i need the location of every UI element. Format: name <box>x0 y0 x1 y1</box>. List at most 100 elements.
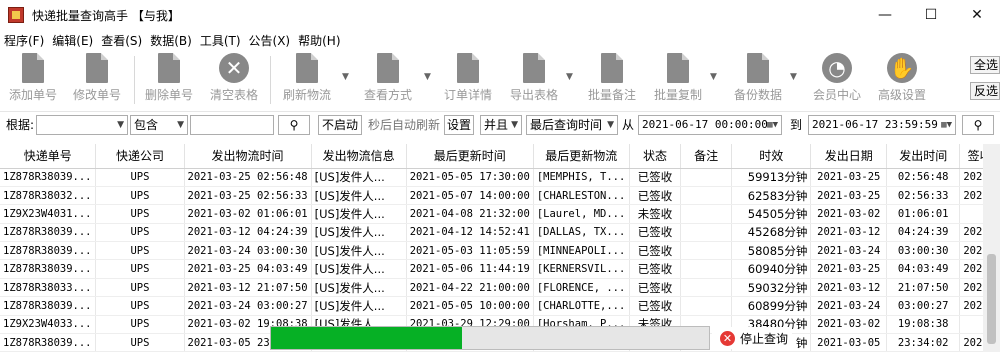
search-button[interactable]: ⚲ <box>278 115 310 135</box>
toolbar-separator <box>134 56 135 104</box>
table-cell: 03:00:27 <box>886 296 961 316</box>
table-cell: [US]发件人... <box>311 168 407 187</box>
column-header[interactable]: 发出物流时间 <box>184 144 312 169</box>
filter-field-select[interactable]: ▼ <box>36 115 128 135</box>
table-cell: 23:34:02 <box>886 333 961 352</box>
table-cell: 已签收 <box>629 278 682 298</box>
delete-tracking-button[interactable]: 删除单号 <box>142 53 196 109</box>
column-header[interactable]: 快递单号 <box>0 144 97 169</box>
match-mode-select[interactable]: 包含 ▼ <box>130 115 188 135</box>
backup-icon <box>747 53 769 83</box>
close-button[interactable]: ✕ <box>954 0 1000 30</box>
column-header[interactable]: 状态 <box>629 144 682 169</box>
chevron-down-icon: ▼ <box>117 120 124 130</box>
backup-dropdown-icon[interactable]: ▼ <box>790 72 797 82</box>
table-cell: 2021-03-24 <box>810 241 888 261</box>
table-cell: 已签收 <box>629 296 682 316</box>
member-center-button[interactable]: ◔ 会员中心 <box>808 53 866 109</box>
column-header[interactable]: 最后更新时间 <box>406 144 534 169</box>
logic-select[interactable]: 并且 ▼ <box>480 115 522 135</box>
progress-fill <box>271 327 462 349</box>
export-table-button[interactable]: 导出表格 <box>506 53 562 109</box>
menu-edit[interactable]: 编辑(E) <box>52 32 93 49</box>
filter-label: 根据: <box>6 118 35 132</box>
title-bar: 快递批量查询高手 【与我】 — ☐ ✕ <box>0 0 1000 30</box>
table-cell: 2021-03-24 03:00:30 <box>184 241 312 261</box>
date-search-button[interactable]: ⚲ <box>962 115 994 135</box>
column-header[interactable]: 发出日期 <box>810 144 888 169</box>
table-cell <box>680 204 733 224</box>
backup-data-button[interactable]: 备份数据 <box>730 53 786 109</box>
select-all-button[interactable]: 全选 <box>970 56 1000 74</box>
column-header[interactable]: 快递公司 <box>95 144 185 169</box>
refresh-dropdown-icon[interactable]: ▼ <box>342 72 349 82</box>
vertical-scrollbar[interactable] <box>983 144 1000 352</box>
refresh-logistics-button[interactable]: 刷新物流 <box>278 53 336 109</box>
column-header[interactable]: 最后更新物流 <box>533 144 630 169</box>
table-row[interactable]: 1Z878R38039... UPS 2021-03-25 02:56:48 [US]… <box>0 168 1000 187</box>
table-row[interactable]: 1Z878R38039... UPS 2021-03-25 04:03:49 [US]… <box>0 259 1000 279</box>
table-cell: UPS <box>95 186 185 206</box>
batch-copy-button[interactable]: 批量复制 <box>650 53 706 109</box>
minimize-button[interactable]: — <box>862 0 908 30</box>
export-dropdown-icon[interactable]: ▼ <box>566 72 573 82</box>
advanced-settings-button[interactable]: ✋ 高级设置 <box>872 53 932 109</box>
menu-data[interactable]: 数据(B) <box>150 32 192 49</box>
column-header[interactable]: 备注 <box>680 144 733 169</box>
order-detail-button[interactable]: 订单详情 <box>440 53 496 109</box>
stop-query-button[interactable]: ✕ 停止查询 <box>712 327 792 349</box>
table-cell: [CHARLOTTE,... <box>533 296 630 316</box>
view-dropdown-icon[interactable]: ▼ <box>424 72 431 82</box>
table-cell: 2021-03-25 <box>810 259 888 279</box>
clear-table-button[interactable]: ✕ 清空表格 <box>206 53 262 109</box>
table-cell: [US]发件人... <box>311 259 407 279</box>
add-tracking-button[interactable]: 添加单号 <box>6 53 60 109</box>
table-cell: 2021-03-02 <box>810 204 888 224</box>
table-header-row: 快递单号 快递公司 发出物流时间 发出物流信息 最后更新时间 最后更新物流 状态 备注 时效 发出… <box>0 144 1000 169</box>
maximize-button[interactable]: ☐ <box>908 0 954 30</box>
edit-tracking-button[interactable]: 修改单号 <box>70 53 124 109</box>
table-row[interactable]: 1Z878R38039... UPS 2021-03-24 03:00:30 [US]… <box>0 241 1000 261</box>
table-cell: 2021-04-08 21:32:00 <box>406 204 534 224</box>
view-mode-button[interactable]: 查看方式 <box>360 53 416 109</box>
table-cell <box>680 296 733 316</box>
from-datetime-picker[interactable]: 2021-06-17 00:00:00 ▦▼ <box>638 115 782 135</box>
table-row[interactable]: 1Z878R38039... UPS 2021-03-24 03:00:27 [US]… <box>0 296 1000 316</box>
column-header[interactable]: 发出时间 <box>886 144 961 169</box>
settings-button[interactable]: 设置 <box>444 115 474 135</box>
column-header[interactable]: 时效 <box>731 144 812 169</box>
calendar-icon: ▦▼ <box>941 120 952 130</box>
column-header[interactable]: 发出物流信息 <box>311 144 407 169</box>
auto-refresh-toggle[interactable]: 不启动 <box>318 115 362 135</box>
table-cell: UPS <box>95 241 185 261</box>
keyword-input[interactable] <box>190 115 274 135</box>
table-row[interactable]: 1Z878R38033... UPS 2021-03-12 21:07:50 [US]… <box>0 278 1000 298</box>
table-cell: 04:03:49 <box>886 259 961 279</box>
table-row[interactable]: 1Z878R38039... UPS 2021-03-12 04:24:39 [US]… <box>0 223 1000 243</box>
time-field-select[interactable]: 最后查询时间 ▼ <box>526 115 618 135</box>
copy-dropdown-icon[interactable]: ▼ <box>710 72 717 82</box>
scrollbar-thumb[interactable] <box>987 254 996 344</box>
table-cell: [US]发件人... <box>311 296 407 316</box>
table-cell: 2021-03-12 21:07:50 <box>184 278 312 298</box>
table-cell: 已签收 <box>629 168 682 187</box>
table-cell: 2021-03-12 <box>810 278 888 298</box>
invert-selection-button[interactable]: 反选 <box>970 82 1000 100</box>
menu-view[interactable]: 查看(S) <box>101 32 142 49</box>
table-row[interactable]: 1Z9X23W4031... UPS 2021-03-02 01:06:01 [US]… <box>0 204 1000 224</box>
table-row[interactable]: 1Z878R38032... UPS 2021-03-25 02:56:33 [US]… <box>0 186 1000 206</box>
menu-tools[interactable]: 工具(T) <box>200 32 241 49</box>
table-cell: 2021-04-12 14:52:41 <box>406 223 534 243</box>
menu-program[interactable]: 程序(F) <box>4 32 44 49</box>
search-icon: ⚲ <box>289 118 299 132</box>
to-datetime-picker[interactable]: 2021-06-17 23:59:59 ▦▼ <box>808 115 956 135</box>
table-cell: UPS <box>95 259 185 279</box>
batch-note-button[interactable]: 批量备注 <box>584 53 640 109</box>
chevron-down-icon: ▼ <box>511 120 518 130</box>
table-cell: UPS <box>95 223 185 243</box>
menu-help[interactable]: 帮助(H) <box>298 32 340 49</box>
menu-notice[interactable]: 公告(X) <box>249 32 291 49</box>
table-cell: 2021-05-05 17:30:00 <box>406 168 534 187</box>
table-cell: 2021-05-07 14:00:00 <box>406 186 534 206</box>
clock-icon: ◔ <box>822 53 852 83</box>
